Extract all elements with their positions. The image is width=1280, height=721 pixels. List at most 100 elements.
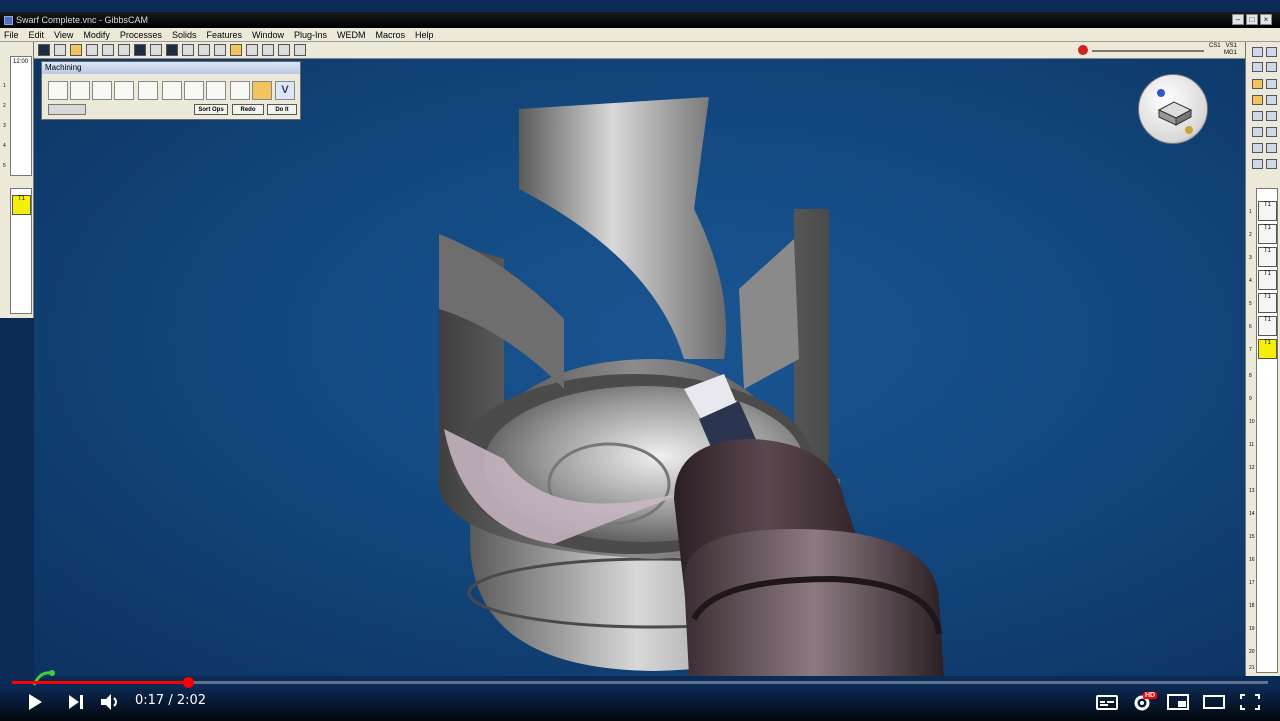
view-orientation-widget[interactable] — [1138, 74, 1208, 144]
op-number: 9 — [1249, 396, 1252, 402]
palette-mini-tools[interactable] — [48, 104, 86, 115]
left-tool-tile[interactable]: T1 — [12, 195, 31, 215]
menu-modify[interactable]: Modify — [83, 30, 110, 40]
face-op-icon[interactable] — [114, 81, 134, 100]
drill-op-icon[interactable] — [48, 81, 68, 100]
menu-bar: File Edit View Modify Processes Solids F… — [0, 28, 1280, 42]
help-pointer-icon[interactable] — [294, 44, 306, 56]
menu-plug-ins[interactable]: Plug-Ins — [294, 30, 327, 40]
rotate-tool-icon[interactable] — [198, 44, 210, 56]
do-it-button[interactable]: Do It — [267, 104, 297, 115]
text-tool-icon[interactable] — [54, 44, 66, 56]
menu-wedm[interactable]: WEDM — [337, 30, 366, 40]
pocket-op-icon[interactable] — [138, 81, 158, 100]
layer-icon[interactable] — [1252, 47, 1263, 57]
copy-icon[interactable] — [1266, 159, 1277, 169]
sort-ops-button[interactable]: Sort Ops — [194, 104, 228, 115]
subtitles-icon[interactable] — [1094, 690, 1120, 714]
right-tool-panel — [1245, 42, 1280, 174]
plane-icon[interactable] — [1252, 143, 1263, 153]
menu-solids[interactable]: Solids — [172, 30, 197, 40]
swarf-op-icon[interactable] — [184, 81, 204, 100]
operations-list[interactable]: T1 T1 T1 T1 T1 T1 T1 1 2 3 4 5 6 7 8 9 1… — [1249, 188, 1278, 673]
menu-window[interactable]: Window — [252, 30, 284, 40]
contour-op-icon[interactable] — [70, 81, 90, 100]
window-title: Swarf Complete.vnc - GibbsCAM — [16, 15, 149, 25]
maximize-icon[interactable]: □ — [1246, 14, 1258, 25]
copy-tool-icon[interactable] — [86, 44, 98, 56]
operation-tile-active[interactable]: T1 — [1258, 339, 1277, 359]
minimize-icon[interactable]: – — [1232, 14, 1244, 25]
operation-tile[interactable]: T1 — [1258, 293, 1277, 313]
surface-op-icon[interactable] — [162, 81, 182, 100]
grid-icon[interactable] — [1252, 159, 1263, 169]
fixture-tool-icon[interactable] — [182, 44, 194, 56]
cutpart-tool-icon[interactable] — [166, 44, 178, 56]
flag-icon[interactable] — [1266, 143, 1277, 153]
zoom-tool-icon[interactable] — [118, 44, 130, 56]
tool-icon[interactable] — [1252, 127, 1263, 137]
close-icon[interactable]: × — [1260, 14, 1272, 25]
rough-op-icon[interactable] — [230, 81, 250, 100]
layers-tool-icon[interactable] — [230, 44, 242, 56]
stock-tool-icon[interactable] — [214, 44, 226, 56]
shading-icon[interactable] — [1266, 95, 1277, 105]
shade-tool-icon[interactable] — [102, 44, 114, 56]
workspace-tool-icon[interactable] — [134, 44, 146, 56]
speed-slider[interactable] — [1092, 50, 1204, 52]
fullscreen-icon[interactable] — [1237, 690, 1263, 714]
3d-viewport[interactable] — [34, 59, 1246, 676]
select-icon[interactable] — [1252, 62, 1263, 72]
op-number: 7 — [1249, 347, 1252, 353]
op-number: 13 — [1249, 488, 1255, 494]
miniplayer-icon[interactable] — [1165, 690, 1191, 714]
operation-tile[interactable]: T1 — [1258, 247, 1277, 267]
op-tool-label: T1 — [1263, 202, 1271, 208]
op-number: 17 — [1249, 580, 1255, 586]
menu-edit[interactable]: Edit — [29, 30, 45, 40]
left-ruler-bottom[interactable]: T1 — [10, 188, 32, 314]
play-icon[interactable] — [22, 690, 48, 714]
geometry-tool-icon[interactable] — [38, 44, 50, 56]
solid-tool-icon[interactable] — [70, 44, 82, 56]
op-number: 1 — [1249, 209, 1252, 215]
menu-help[interactable]: Help — [415, 30, 434, 40]
folder-op-icon[interactable] — [252, 81, 272, 100]
render-tool-icon[interactable] — [150, 44, 162, 56]
edit-icon[interactable] — [1252, 79, 1263, 89]
machining-palette: Machining V Sort Ops Redo Do It — [41, 61, 301, 120]
left-tick: 1 — [3, 83, 6, 89]
left-tool-panel: 12:00 1 2 3 4 5 T1 — [0, 42, 34, 318]
view-icon[interactable] — [1266, 127, 1277, 137]
redo-button[interactable]: Redo — [232, 104, 264, 115]
window-icon[interactable] — [1266, 47, 1277, 57]
stop-icon[interactable] — [1078, 45, 1088, 55]
snap-icon[interactable] — [1266, 79, 1277, 89]
volume-icon[interactable] — [97, 690, 123, 714]
theater-mode-icon[interactable] — [1201, 690, 1227, 714]
operation-tile[interactable]: T1 — [1258, 270, 1277, 290]
operation-tile[interactable]: T1 — [1258, 316, 1277, 336]
pointer-tool-icon[interactable] — [246, 44, 258, 56]
trim-icon[interactable] — [1266, 62, 1277, 72]
menu-macros[interactable]: Macros — [376, 30, 406, 40]
menu-file[interactable]: File — [4, 30, 19, 40]
operation-tile[interactable]: T1 — [1258, 201, 1277, 221]
video-progress-bar[interactable] — [12, 677, 1268, 688]
verify-button[interactable]: V — [275, 81, 295, 100]
print-tool-icon[interactable] — [278, 44, 290, 56]
flow-op-icon[interactable] — [206, 81, 226, 100]
display-icon[interactable] — [1252, 95, 1263, 105]
cube-icon[interactable] — [1266, 111, 1277, 121]
arc-op-icon[interactable] — [92, 81, 112, 100]
left-ruler-top[interactable]: 12:00 1 2 3 4 5 — [3, 56, 32, 176]
main-toolbar: CS1 VS1 MG1 — [0, 42, 1245, 59]
operation-tile[interactable]: T1 — [1258, 224, 1277, 244]
move-tool-icon[interactable] — [262, 44, 274, 56]
op-number: 16 — [1249, 557, 1255, 563]
menu-features[interactable]: Features — [206, 30, 242, 40]
menu-processes[interactable]: Processes — [120, 30, 162, 40]
menu-view[interactable]: View — [54, 30, 73, 40]
eye-icon[interactable] — [1252, 111, 1263, 121]
next-icon[interactable] — [63, 690, 89, 714]
